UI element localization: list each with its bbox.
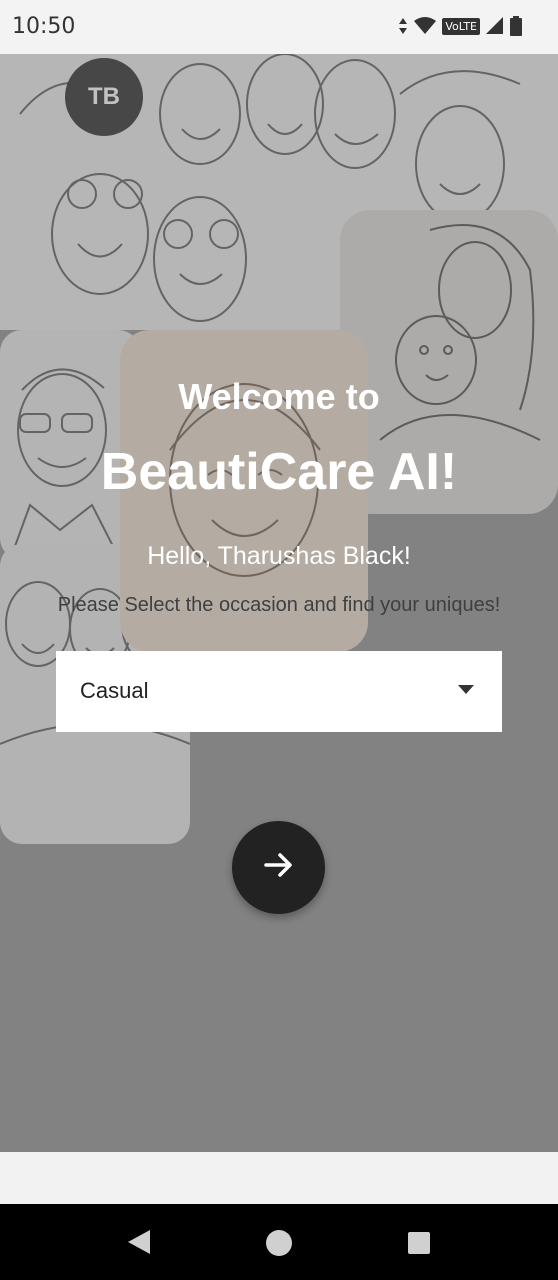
arrow-right-icon [262, 848, 296, 887]
greeting-text: Hello, Tharushas Black! [147, 542, 411, 570]
instruction-text: Please Select the occasion and find your… [57, 594, 501, 616]
back-icon[interactable] [128, 1230, 150, 1254]
app-title: BeautiCare AI! [100, 443, 458, 501]
recents-icon[interactable] [408, 1232, 430, 1254]
battery-icon [510, 16, 522, 36]
status-time: 10:50 [12, 14, 76, 39]
occasion-selected-value: Casual [80, 678, 149, 703]
next-button[interactable] [232, 821, 325, 914]
home-icon[interactable] [266, 1230, 292, 1256]
wifi-icon [414, 17, 437, 35]
bottom-strip [0, 1152, 558, 1204]
occasion-dropdown[interactable]: Casual [56, 651, 502, 732]
volte-icon: VoLTE [442, 17, 480, 35]
welcome-heading: Welcome to [178, 376, 380, 417]
signal-icon [486, 17, 504, 35]
navigation-bar [0, 1204, 558, 1280]
main-screen: TB Welcome to BeautiCare AI! Hello, Thar… [0, 54, 558, 1152]
status-icons: VoLTE [398, 16, 522, 36]
status-bar: 10:50 VoLTE [0, 0, 558, 54]
data-arrows-icon [398, 17, 408, 35]
dropdown-arrow-icon [458, 685, 474, 694]
